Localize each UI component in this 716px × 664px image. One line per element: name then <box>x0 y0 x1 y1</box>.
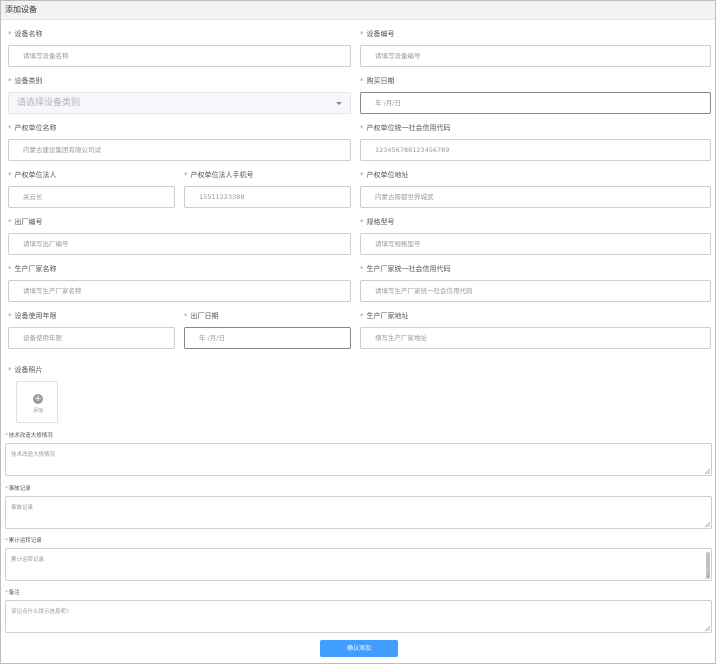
resize-grip-icon[interactable] <box>704 573 710 579</box>
device-category-value: 请选择设备类别 <box>17 98 81 108</box>
factory-code-input[interactable]: 请填写出厂编号 <box>8 233 351 255</box>
form-header: 添加设备 <box>1 1 715 20</box>
device-name-label: * 设备名称 <box>8 30 43 38</box>
spec-model-label: * 规格型号 <box>360 218 395 226</box>
factory-date-label: * 出厂日期 <box>184 312 219 320</box>
spec-model-input[interactable]: 请填写规格型号 <box>360 233 711 255</box>
device-photo-label: * 设备照片 <box>8 366 43 374</box>
service-years-input[interactable]: 设备使用年限 <box>8 327 175 349</box>
manufacturer-address-input[interactable]: 填写生产厂家地址 <box>360 327 711 349</box>
manufacturer-name-label: * 生产厂家名称 <box>8 265 57 273</box>
device-code-input[interactable]: 请填写设备编号 <box>360 45 711 67</box>
chevron-down-icon <box>336 102 342 105</box>
cumulative-operation-textarea[interactable]: 累计运转记录 <box>5 548 712 581</box>
tech-renovation-label: *技术改造大修情况 <box>5 433 53 439</box>
manufacturer-address-label: * 生产厂家地址 <box>360 312 409 320</box>
cumulative-operation-placeholder: 累计运转记录 <box>11 557 45 563</box>
owner-credit-code-input[interactable]: 123456788123456789 <box>360 139 711 161</box>
owner-legal-person-label: * 产权单位法人 <box>8 171 57 179</box>
service-years-label: * 设备使用年限 <box>8 312 57 320</box>
owner-unit-name-label: * 产权单位名称 <box>8 124 57 132</box>
device-name-input[interactable]: 请填写设备名称 <box>8 45 351 67</box>
tech-renovation-textarea[interactable]: 技术改造大修情况 <box>5 443 712 476</box>
remarks-placeholder: 该记点什么提示信息呢? <box>11 609 69 615</box>
device-code-label: * 设备编号 <box>360 30 395 38</box>
purchase-date-input[interactable]: 年 /月/日 <box>360 92 711 114</box>
page-title: 添加设备 <box>5 5 37 14</box>
owner-credit-code-label: * 产权单位统一社会信用代码 <box>360 124 451 132</box>
upload-label: 添加 <box>32 408 43 414</box>
tech-renovation-placeholder: 技术改造大修情况 <box>11 452 56 458</box>
manufacturer-credit-code-label: * 生产厂家统一社会信用代码 <box>360 265 451 273</box>
manufacturer-credit-code-input[interactable]: 请填写生产厂家统一社会信用代码 <box>360 280 711 302</box>
factory-date-input[interactable]: 年 /月/日 <box>184 327 351 349</box>
accident-record-textarea[interactable]: 事故记录 <box>5 496 712 529</box>
owner-unit-name-input[interactable]: 内蒙古建设集团有限公司试 <box>8 139 351 161</box>
device-category-label: * 设备类别 <box>8 77 43 85</box>
manufacturer-name-input[interactable]: 请填写生产厂家名称 <box>8 280 351 302</box>
owner-address-label: * 产权单位地址 <box>360 171 409 179</box>
cumulative-operation-label: *累计运转记录 <box>5 538 42 544</box>
device-category-select[interactable]: 请选择设备类别 <box>8 92 351 114</box>
resize-grip-icon[interactable] <box>704 521 710 527</box>
owner-address-input[interactable]: 内蒙古周都世界城武 <box>360 186 711 208</box>
resize-grip-icon[interactable] <box>704 625 710 631</box>
accident-record-label: *事故记录 <box>5 486 31 492</box>
resize-grip-icon[interactable] <box>704 468 710 474</box>
factory-code-label: * 出厂编号 <box>8 218 43 226</box>
confirm-add-button[interactable]: 确认添加 <box>320 640 398 657</box>
photo-upload-button[interactable]: + 添加 <box>16 381 58 423</box>
accident-record-placeholder: 事故记录 <box>11 505 34 511</box>
plus-icon: + <box>33 394 43 404</box>
purchase-date-label: * 购买日期 <box>360 77 395 85</box>
remarks-textarea[interactable]: 该记点什么提示信息呢? <box>5 600 712 633</box>
owner-legal-phone-label: * 产权单位法人手机号 <box>184 171 254 179</box>
owner-legal-person-input[interactable]: 关云长 <box>8 186 175 208</box>
owner-legal-phone-input[interactable]: 15511223388 <box>184 186 351 208</box>
remarks-label: *备注 <box>5 590 20 596</box>
